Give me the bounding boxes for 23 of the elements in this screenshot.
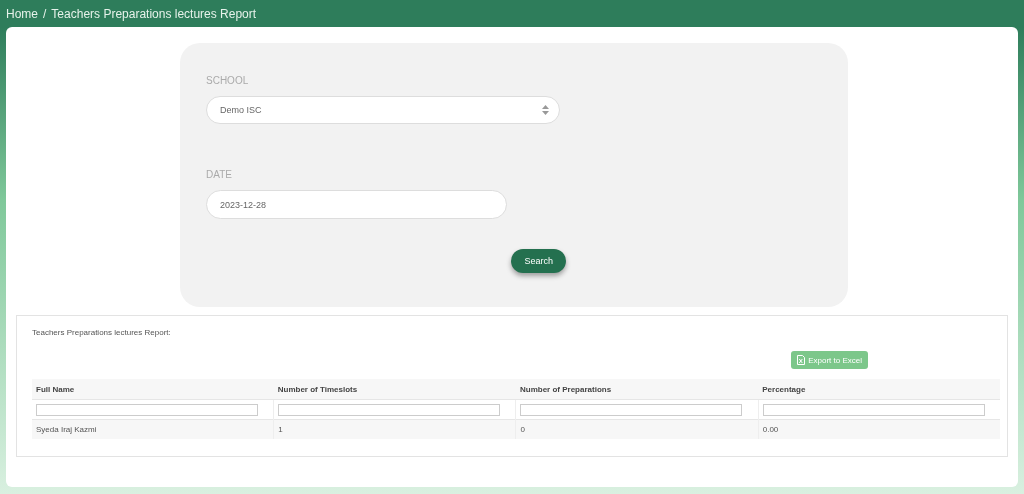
column-header: Percentage: [758, 379, 1000, 400]
date-field[interactable]: 2023-12-28: [206, 190, 507, 219]
field-label: DATE: [206, 169, 232, 180]
table-cell: 0: [516, 419, 759, 439]
column-header: Full Name: [32, 379, 274, 400]
column-header: Number of Timeslots: [273, 379, 516, 400]
field-label: SCHOOL: [206, 75, 249, 86]
table-cell: 0.00: [758, 419, 1000, 439]
breadcrumb-link[interactable]: Home: [6, 6, 38, 21]
column-filter-field[interactable]: [36, 403, 258, 416]
breadcrumb-separator: /: [43, 6, 47, 21]
excel-file-icon: [797, 355, 806, 365]
page-title: Teachers Preparations lectures Report: [51, 6, 257, 21]
column-filter-field[interactable]: [278, 403, 501, 416]
table-cell: 1: [273, 419, 516, 439]
sort-icon: [542, 105, 549, 115]
column-header: Number of Preparations: [516, 379, 759, 400]
search-button[interactable]: Search: [511, 249, 566, 273]
report-title: Teachers Preparations lectures Report:: [32, 328, 172, 337]
column-filter-field[interactable]: [520, 403, 743, 416]
school-select[interactable]: Demo ISC: [206, 96, 560, 124]
table-cell: Syeda Iraj Kazmi: [32, 419, 274, 439]
column-filter-field[interactable]: [762, 403, 985, 416]
